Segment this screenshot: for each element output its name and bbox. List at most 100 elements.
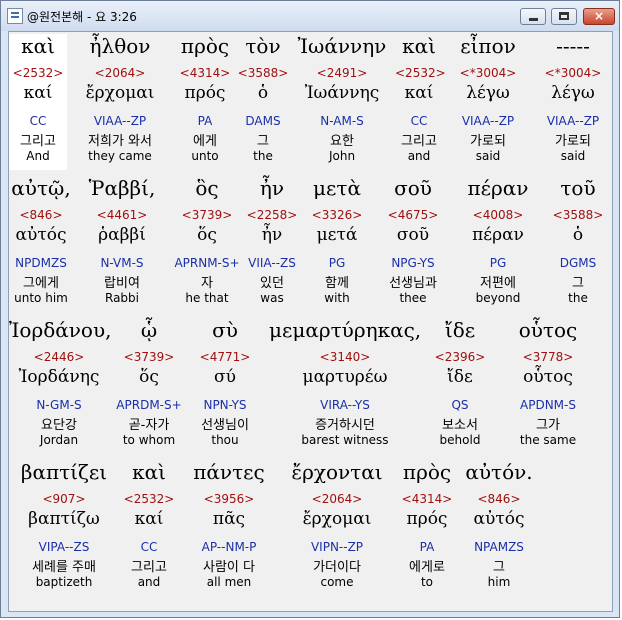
interlinear-panel[interactable]: καὶ <2532> καί CC 그리고 And ἦλθον <2064> ἔρχομαι VI… (8, 31, 613, 612)
word-cell[interactable]: Ῥαββί, <4461> ῥαββί N-VM-S 랍비여 Rabbi (73, 176, 171, 312)
korean-gloss: 그에게 (23, 276, 59, 291)
greek-word: αὐτόν. (465, 460, 533, 484)
strongs-number: <3739> (123, 350, 175, 364)
word-cell[interactable]: καὶ <2532> καί CC 그리고 and (119, 460, 179, 596)
lexical-form: ἴδε (447, 367, 473, 387)
maximize-button[interactable] (551, 8, 577, 25)
strongs-number: <4314> (401, 492, 453, 506)
strongs-number: <2064> (311, 492, 363, 506)
word-cell[interactable]: πρὸς <4314> πρός PA 에게 unto (173, 34, 237, 170)
english-gloss: with (324, 291, 350, 305)
close-button[interactable]: × (583, 8, 615, 25)
greek-word: καὶ (132, 460, 166, 484)
strongs-number: <3140> (319, 350, 371, 364)
strongs-number: <4771> (199, 350, 251, 364)
lexical-form: πρός (406, 509, 448, 529)
word-cell[interactable]: ἴδε <2396> ἴδε QS 보소서 behold (421, 318, 499, 454)
word-cell[interactable]: μεμαρτύρηκας, <3140> μαρτυρέω VIRA--YS 증거하시던… (269, 318, 421, 454)
korean-gloss: 그 (493, 560, 505, 575)
lexical-form: ἔρχομαι (302, 509, 372, 529)
parsing-code: AP--NM-P (201, 540, 257, 554)
word-cell[interactable]: βαπτίζει <907> βαπτίζω VIPA--ZS 세례를 주매 baptiz… (9, 460, 119, 596)
word-cell[interactable]: Ἰορδάνου, <2446> Ἰορδάνης N-GM-S 요단강 Jordan (9, 318, 111, 454)
word-cell[interactable]: τὸν <3588> ὁ DAMS 그 the (237, 34, 289, 170)
greek-word: εἶπον (460, 34, 516, 58)
app-icon (7, 8, 23, 24)
word-cell[interactable]: εἶπον <*3004> λέγω VIAA--ZP 가로되 said (443, 34, 533, 170)
app-window: @원전본해 - 요 3:26 × καὶ <2532> καί CC 그리고 And ἦλθ… (0, 0, 620, 618)
word-cell[interactable]: μετὰ <3326> μετά PG 함께 with (301, 176, 373, 312)
word-cell[interactable]: Ἰωάννην <2491> Ἰωάννης N-AM-S 요한 John (289, 34, 395, 170)
minimize-button[interactable] (520, 8, 546, 25)
lexical-form: μετά (316, 225, 358, 245)
english-gloss: And (26, 149, 50, 163)
word-cell[interactable]: πέραν <4008> πέραν PG 저편에 beyond (453, 176, 543, 312)
title-bar[interactable]: @원전본해 - 요 3:26 × (1, 1, 619, 31)
word-cell[interactable]: σὺ <4771> σύ NPN-YS 선생님이 thou (189, 318, 261, 454)
strongs-number: <2532> (12, 66, 64, 80)
maximize-icon (559, 12, 569, 20)
lexical-form: βαπτίζω (28, 509, 100, 529)
minimize-icon (529, 18, 538, 21)
korean-gloss: 있던 (260, 276, 284, 291)
parsing-code: CC (29, 114, 47, 128)
strongs-number: <*3004> (544, 66, 602, 80)
parsing-code: N-VM-S (100, 256, 144, 270)
lexical-form: ὁ (257, 83, 269, 103)
word-cell[interactable]: ἦλθον <2064> ἔρχομαι VIAA--ZP 저희가 와서 they cam… (67, 34, 173, 170)
word-cell[interactable]: αὐτῷ, <846> αὐτός NPDMZS 그에게 unto him (9, 176, 73, 312)
korean-gloss: 사람이 다 (203, 560, 255, 575)
close-icon: × (593, 9, 605, 23)
parsing-code: APDNM-S (520, 398, 576, 412)
strongs-number: <2532> (395, 66, 446, 80)
greek-word: τοῦ (560, 176, 596, 200)
korean-gloss: 그 (257, 134, 269, 149)
word-cell[interactable]: οὗτος <3778> οὗτος APDNM-S 그가 the same (501, 318, 595, 454)
strongs-number: <2258> (246, 208, 298, 222)
parsing-code: VIPN--ZP (310, 540, 364, 554)
strongs-number: <3588> (552, 208, 604, 222)
word-cell[interactable]: ὃς <3739> ὅς APRNM-S+ 자 he that (171, 176, 243, 312)
lexical-form: ὁ (572, 225, 584, 245)
greek-word: πρὸς (180, 34, 230, 58)
parsing-code: N-AM-S (320, 114, 364, 128)
lexical-form: οὗτος (523, 367, 573, 387)
word-cell[interactable]: ἔρχονται <2064> ἔρχομαι VIPN--ZP 가더이다 come (279, 460, 395, 596)
word-cell[interactable]: τοῦ <3588> ὁ DGMS 그 the (543, 176, 612, 312)
parsing-code: APRNM-S+ (174, 256, 240, 270)
lexical-form: ἦν (261, 225, 283, 245)
lexical-form: αὐτός (15, 225, 67, 245)
greek-word: καὶ (21, 34, 55, 58)
word-cell[interactable]: πρὸς <4314> πρός PA 에게로 to (395, 460, 459, 596)
strongs-number: <4461> (96, 208, 148, 222)
korean-gloss: 랍비여 (104, 276, 140, 291)
parsing-code: PG (489, 256, 507, 270)
english-gloss: was (260, 291, 284, 305)
lexical-form: ῥαββί (98, 225, 146, 245)
korean-gloss: 증거하시던 (315, 418, 375, 433)
word-cell[interactable]: καὶ <2532> καί CC 그리고 and (395, 34, 446, 170)
strongs-number: <907> (42, 492, 86, 506)
word-cell[interactable]: αὐτόν. <846> αὐτός NPAMZS 그 him (459, 460, 539, 596)
english-gloss: to (420, 575, 434, 589)
word-cell[interactable]: πάντες <3956> πᾶς AP--NM-P 사람이 다 all men (179, 460, 279, 596)
word-cell[interactable]: ἦν <2258> ἦν VIIA--ZS 있던 was (243, 176, 301, 312)
korean-gloss: 세례를 주매 (32, 560, 96, 575)
korean-gloss: 함께 (325, 276, 349, 291)
strongs-number: <3739> (181, 208, 233, 222)
parsing-code: PA (197, 114, 213, 128)
english-gloss: unto (191, 149, 219, 163)
lexical-form: καί (404, 83, 434, 103)
parsing-code: PG (328, 256, 346, 270)
strongs-number: <3326> (311, 208, 363, 222)
word-cell[interactable]: ----- <*3004> λέγω VIAA--ZP 가로되 said (533, 34, 612, 170)
parsing-code: CC (140, 540, 158, 554)
word-cell[interactable]: καὶ <2532> καί CC 그리고 And (9, 34, 67, 170)
lexical-form: Ἰωάννης (304, 83, 380, 103)
english-gloss: John (328, 149, 356, 163)
korean-gloss: 그리고 (131, 560, 167, 575)
word-cell[interactable]: ᾧ <3739> ὅς APRDM-S+ 곧-자가 to whom (109, 318, 189, 454)
parsing-code: DAMS (245, 114, 281, 128)
greek-word: πρὸς (402, 460, 452, 484)
word-cell[interactable]: σοῦ <4675> σοῦ NPG-YS 선생님과 thee (373, 176, 453, 312)
